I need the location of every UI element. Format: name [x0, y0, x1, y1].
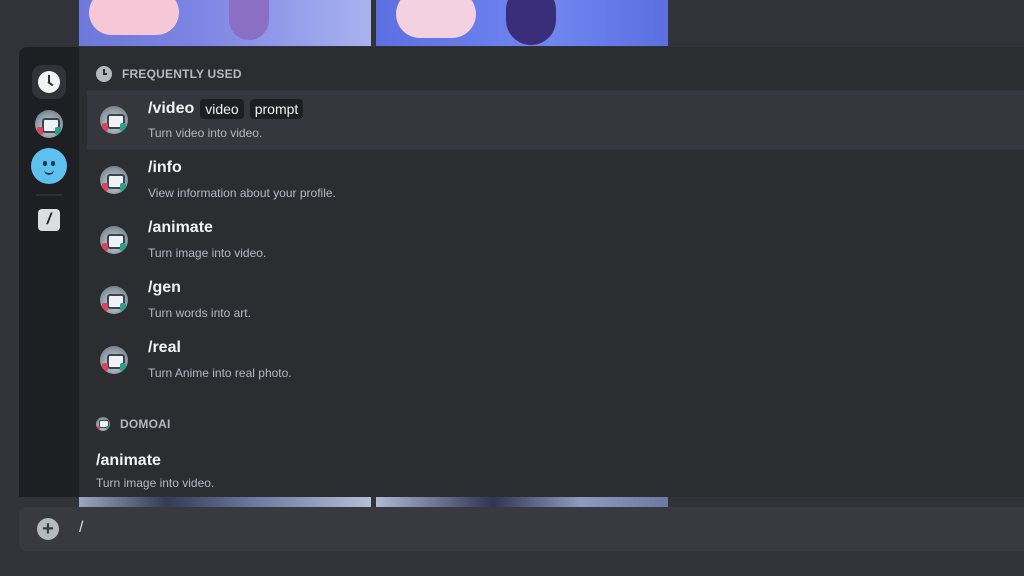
section-title: FREQUENTLY USED [122, 67, 242, 81]
frequently-used-category[interactable] [32, 65, 66, 99]
command-name: /animate [96, 452, 161, 469]
command-item-domoai-animate[interactable]: /animate Turn image into video. [96, 452, 214, 490]
message-input[interactable]: / [79, 519, 83, 537]
command-autocomplete-popup: / FREQUENTLY USED /video video prompt Tu… [19, 47, 1024, 497]
chat-image-bottom-left [79, 497, 371, 507]
chat-image-bottom-right [376, 497, 668, 507]
command-name: /real [148, 339, 181, 357]
command-item-gen[interactable]: /gen Turn words into art. [87, 270, 1024, 330]
bot-avatar [35, 110, 63, 138]
command-option-chip: prompt [249, 99, 304, 119]
command-item-info[interactable]: /info View information about your profil… [87, 150, 1024, 210]
builtin-commands-category[interactable]: / [32, 203, 66, 237]
slash-command-icon: / [38, 209, 60, 231]
chat-image-top-right [376, 0, 668, 46]
command-name-text: /animate [148, 219, 213, 236]
rail-divider [36, 194, 62, 196]
command-item-video[interactable]: /video video prompt Turn video into vide… [87, 90, 1024, 150]
section-header-frequently-used: FREQUENTLY USED [96, 66, 242, 82]
command-name-text: /info [148, 159, 182, 176]
bot-avatar [100, 286, 128, 314]
app-root: / FREQUENTLY USED /video video prompt Tu… [0, 0, 1024, 576]
command-category-rail: / [19, 47, 79, 497]
bot-avatar [96, 417, 110, 431]
command-item-real[interactable]: /real Turn Anime into real photo. [87, 330, 1024, 390]
bot-avatar [100, 166, 128, 194]
command-description: Turn image into video. [148, 246, 267, 260]
chat-image-top-left [79, 0, 371, 46]
bot-avatar [100, 106, 128, 134]
add-plus-icon[interactable]: + [37, 518, 59, 540]
command-name-text: /real [148, 339, 181, 356]
section-title: DOMOAI [120, 417, 171, 431]
command-description: Turn image into video. [96, 476, 215, 490]
command-name-text: /gen [148, 279, 181, 296]
command-name: /video video prompt [148, 99, 304, 119]
emoji-face-icon [31, 148, 67, 184]
emoji-category[interactable] [31, 148, 67, 184]
command-description: View information about your profile. [148, 186, 336, 200]
command-name: /gen [148, 279, 181, 297]
clock-icon [38, 71, 60, 93]
message-input-bar: + / [19, 507, 1024, 551]
command-description: Turn video into video. [148, 126, 263, 140]
bot-avatar [100, 346, 128, 374]
command-name: /animate [148, 219, 213, 237]
command-option-chip: video [200, 99, 244, 119]
section-header-domoai: DOMOAI [96, 417, 171, 431]
command-description: Turn Anime into real photo. [148, 366, 292, 380]
command-item-animate[interactable]: /animate Turn image into video. [87, 210, 1024, 270]
bot-avatar [100, 226, 128, 254]
clock-icon [96, 66, 112, 82]
command-name: /info [148, 159, 182, 177]
command-name-text: /video [148, 100, 195, 117]
bot-category-domoai[interactable] [32, 107, 66, 141]
command-description: Turn words into art. [148, 306, 251, 320]
